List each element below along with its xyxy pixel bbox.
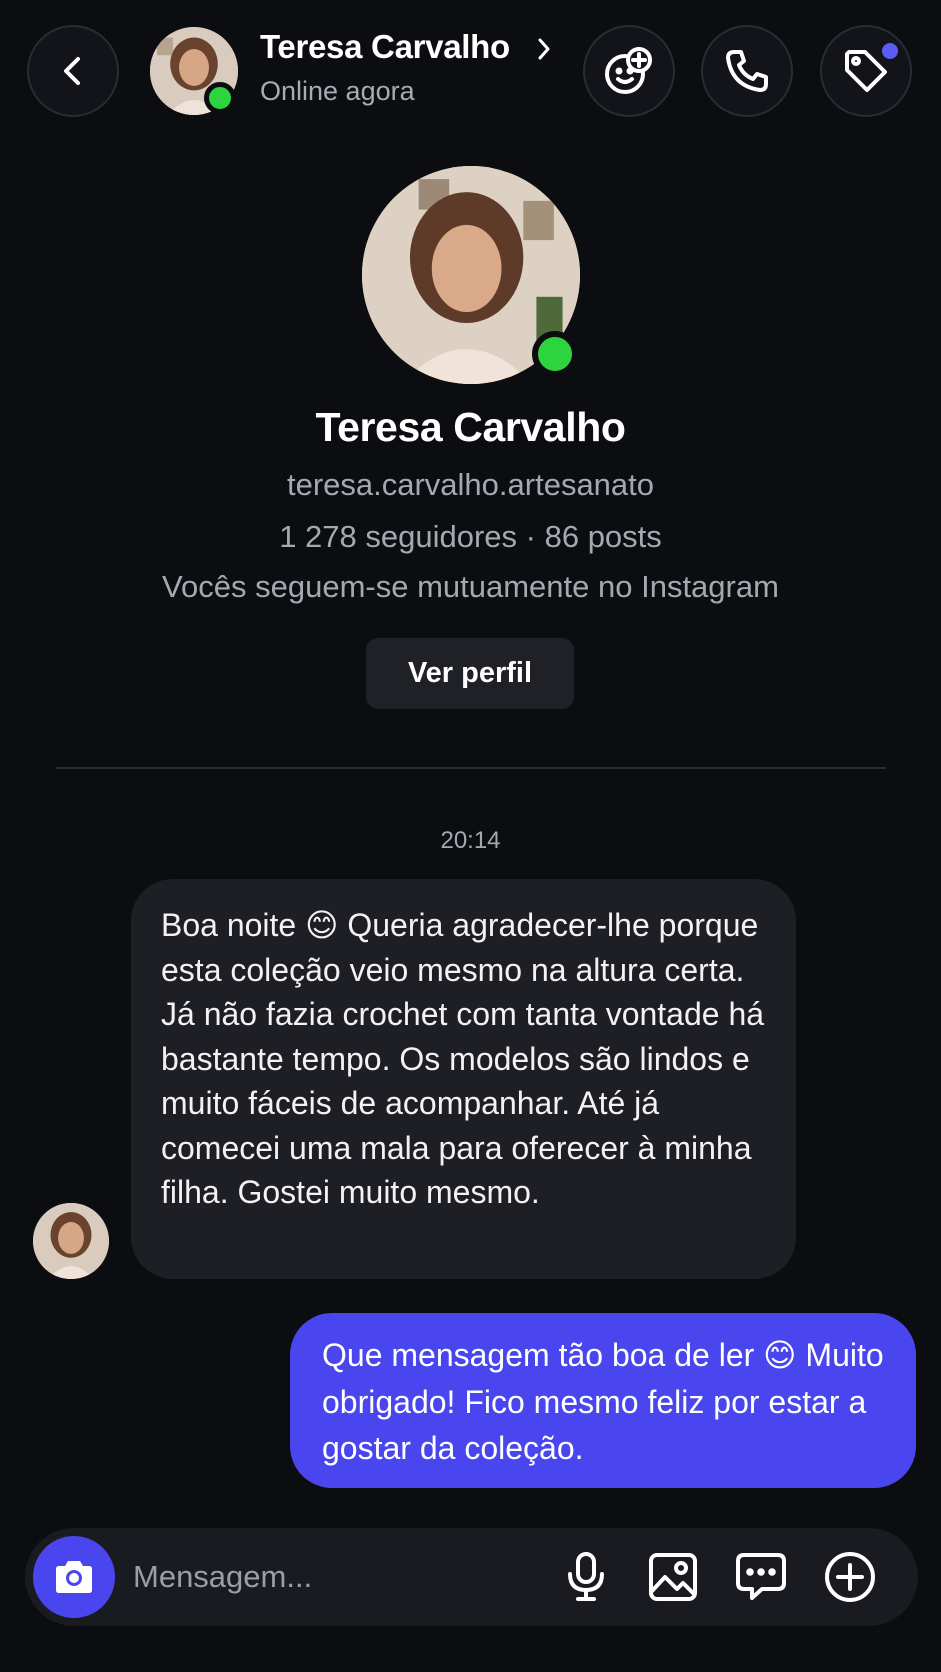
camera-button[interactable] bbox=[33, 1536, 115, 1618]
camera-icon bbox=[56, 1561, 92, 1593]
tag-button[interactable] bbox=[820, 25, 912, 117]
chat-header: Teresa Carvalho Online agora bbox=[0, 0, 941, 140]
contact-name[interactable]: Teresa Carvalho bbox=[260, 28, 510, 66]
profile-handle: teresa.carvalho.artesanato bbox=[286, 467, 655, 502]
online-indicator bbox=[532, 331, 578, 377]
notification-dot bbox=[882, 43, 898, 59]
back-button[interactable] bbox=[27, 25, 119, 117]
sticker-chat-button[interactable] bbox=[733, 1549, 789, 1605]
message-timestamp: 20:14 bbox=[440, 827, 501, 854]
divider bbox=[56, 767, 886, 769]
gallery-button[interactable] bbox=[645, 1549, 701, 1605]
chevron-right-icon[interactable] bbox=[534, 36, 554, 62]
outgoing-message[interactable]: Que mensagem tão boa de ler 😊 Muito obri… bbox=[290, 1313, 916, 1488]
sticker-button[interactable] bbox=[583, 25, 675, 117]
online-status: Online agora bbox=[260, 76, 415, 106]
microphone-icon bbox=[568, 1552, 604, 1601]
plus-circle-icon bbox=[825, 1552, 875, 1602]
chevron-left-icon bbox=[64, 57, 80, 85]
profile-name: Teresa Carvalho bbox=[315, 404, 626, 450]
message-input[interactable] bbox=[133, 1552, 553, 1602]
image-icon bbox=[649, 1553, 697, 1601]
mutual-follow-note: Vocês seguem-se mutuamente no Instagram bbox=[162, 569, 779, 604]
incoming-message[interactable]: Boa noite 😊 Queria agradecer-lhe porque … bbox=[131, 879, 796, 1279]
message-composer bbox=[25, 1528, 918, 1626]
more-options-button[interactable] bbox=[822, 1549, 878, 1605]
online-indicator bbox=[204, 82, 236, 114]
chat-bubble-icon bbox=[736, 1553, 786, 1600]
view-profile-button[interactable]: Ver perfil bbox=[366, 638, 574, 709]
phone-icon bbox=[726, 50, 768, 92]
profile-stats: 1 278 seguidores · 86 posts bbox=[279, 519, 662, 554]
sender-avatar[interactable] bbox=[33, 1203, 109, 1279]
call-button[interactable] bbox=[701, 25, 793, 117]
sticker-add-icon bbox=[605, 47, 652, 94]
microphone-button[interactable] bbox=[558, 1549, 614, 1605]
avatar-image bbox=[33, 1203, 109, 1279]
